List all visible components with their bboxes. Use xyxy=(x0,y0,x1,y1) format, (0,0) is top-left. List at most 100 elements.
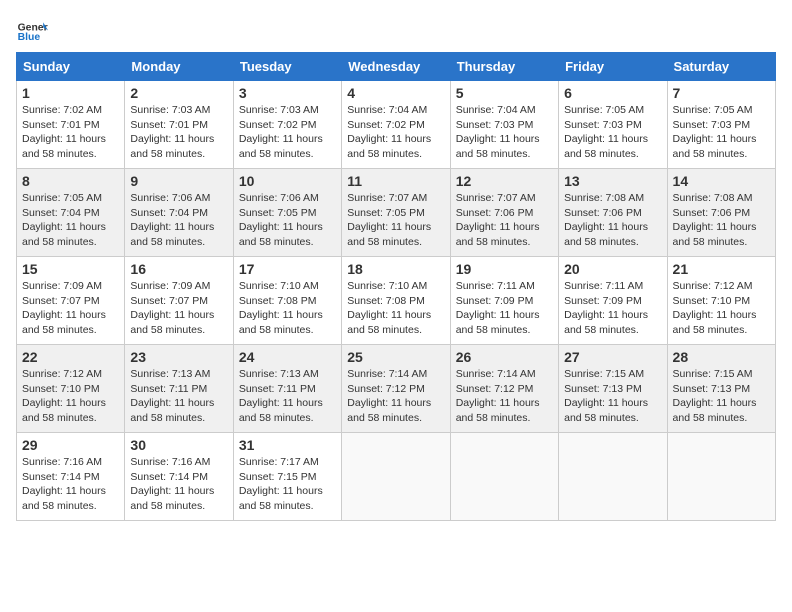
day-info: Sunrise: 7:10 AM Sunset: 7:08 PM Dayligh… xyxy=(347,279,444,338)
day-info: Sunrise: 7:07 AM Sunset: 7:05 PM Dayligh… xyxy=(347,191,444,250)
day-number: 23 xyxy=(130,349,227,365)
day-info: Sunrise: 7:15 AM Sunset: 7:13 PM Dayligh… xyxy=(564,367,661,426)
day-number: 10 xyxy=(239,173,336,189)
calendar-cell: 21 Sunrise: 7:12 AM Sunset: 7:10 PM Dayl… xyxy=(667,257,775,345)
day-number: 18 xyxy=(347,261,444,277)
day-header-wednesday: Wednesday xyxy=(342,53,450,81)
calendar-cell xyxy=(667,433,775,521)
day-number: 3 xyxy=(239,85,336,101)
day-number: 14 xyxy=(673,173,770,189)
day-info: Sunrise: 7:15 AM Sunset: 7:13 PM Dayligh… xyxy=(673,367,770,426)
calendar-cell: 28 Sunrise: 7:15 AM Sunset: 7:13 PM Dayl… xyxy=(667,345,775,433)
calendar-cell: 16 Sunrise: 7:09 AM Sunset: 7:07 PM Dayl… xyxy=(125,257,233,345)
day-info: Sunrise: 7:10 AM Sunset: 7:08 PM Dayligh… xyxy=(239,279,336,338)
day-number: 7 xyxy=(673,85,770,101)
day-number: 21 xyxy=(673,261,770,277)
day-info: Sunrise: 7:02 AM Sunset: 7:01 PM Dayligh… xyxy=(22,103,119,162)
day-number: 30 xyxy=(130,437,227,453)
calendar-cell: 14 Sunrise: 7:08 AM Sunset: 7:06 PM Dayl… xyxy=(667,169,775,257)
calendar-week-row: 15 Sunrise: 7:09 AM Sunset: 7:07 PM Dayl… xyxy=(17,257,776,345)
day-info: Sunrise: 7:04 AM Sunset: 7:02 PM Dayligh… xyxy=(347,103,444,162)
calendar-cell: 17 Sunrise: 7:10 AM Sunset: 7:08 PM Dayl… xyxy=(233,257,341,345)
calendar-cell: 2 Sunrise: 7:03 AM Sunset: 7:01 PM Dayli… xyxy=(125,81,233,169)
day-header-tuesday: Tuesday xyxy=(233,53,341,81)
day-info: Sunrise: 7:03 AM Sunset: 7:01 PM Dayligh… xyxy=(130,103,227,162)
calendar-table: SundayMondayTuesdayWednesdayThursdayFrid… xyxy=(16,52,776,521)
day-header-monday: Monday xyxy=(125,53,233,81)
calendar-cell: 19 Sunrise: 7:11 AM Sunset: 7:09 PM Dayl… xyxy=(450,257,558,345)
day-info: Sunrise: 7:16 AM Sunset: 7:14 PM Dayligh… xyxy=(130,455,227,514)
day-number: 27 xyxy=(564,349,661,365)
day-info: Sunrise: 7:08 AM Sunset: 7:06 PM Dayligh… xyxy=(673,191,770,250)
calendar-cell: 5 Sunrise: 7:04 AM Sunset: 7:03 PM Dayli… xyxy=(450,81,558,169)
day-info: Sunrise: 7:14 AM Sunset: 7:12 PM Dayligh… xyxy=(347,367,444,426)
day-number: 11 xyxy=(347,173,444,189)
day-info: Sunrise: 7:09 AM Sunset: 7:07 PM Dayligh… xyxy=(130,279,227,338)
calendar-cell: 23 Sunrise: 7:13 AM Sunset: 7:11 PM Dayl… xyxy=(125,345,233,433)
day-info: Sunrise: 7:05 AM Sunset: 7:03 PM Dayligh… xyxy=(564,103,661,162)
calendar-cell: 25 Sunrise: 7:14 AM Sunset: 7:12 PM Dayl… xyxy=(342,345,450,433)
day-header-friday: Friday xyxy=(559,53,667,81)
calendar-cell: 26 Sunrise: 7:14 AM Sunset: 7:12 PM Dayl… xyxy=(450,345,558,433)
calendar-cell: 10 Sunrise: 7:06 AM Sunset: 7:05 PM Dayl… xyxy=(233,169,341,257)
day-number: 6 xyxy=(564,85,661,101)
calendar-week-row: 1 Sunrise: 7:02 AM Sunset: 7:01 PM Dayli… xyxy=(17,81,776,169)
day-info: Sunrise: 7:05 AM Sunset: 7:03 PM Dayligh… xyxy=(673,103,770,162)
day-number: 13 xyxy=(564,173,661,189)
calendar-cell: 22 Sunrise: 7:12 AM Sunset: 7:10 PM Dayl… xyxy=(17,345,125,433)
svg-text:Blue: Blue xyxy=(18,32,41,43)
calendar-week-row: 29 Sunrise: 7:16 AM Sunset: 7:14 PM Dayl… xyxy=(17,433,776,521)
day-info: Sunrise: 7:07 AM Sunset: 7:06 PM Dayligh… xyxy=(456,191,553,250)
day-header-thursday: Thursday xyxy=(450,53,558,81)
day-info: Sunrise: 7:12 AM Sunset: 7:10 PM Dayligh… xyxy=(673,279,770,338)
day-info: Sunrise: 7:13 AM Sunset: 7:11 PM Dayligh… xyxy=(239,367,336,426)
day-number: 17 xyxy=(239,261,336,277)
day-header-sunday: Sunday xyxy=(17,53,125,81)
day-number: 5 xyxy=(456,85,553,101)
day-info: Sunrise: 7:06 AM Sunset: 7:05 PM Dayligh… xyxy=(239,191,336,250)
day-number: 26 xyxy=(456,349,553,365)
day-number: 12 xyxy=(456,173,553,189)
page-header: General Blue xyxy=(16,16,776,48)
calendar-cell: 15 Sunrise: 7:09 AM Sunset: 7:07 PM Dayl… xyxy=(17,257,125,345)
day-info: Sunrise: 7:05 AM Sunset: 7:04 PM Dayligh… xyxy=(22,191,119,250)
day-number: 15 xyxy=(22,261,119,277)
calendar-cell xyxy=(342,433,450,521)
calendar-week-row: 8 Sunrise: 7:05 AM Sunset: 7:04 PM Dayli… xyxy=(17,169,776,257)
day-number: 29 xyxy=(22,437,119,453)
calendar-cell: 24 Sunrise: 7:13 AM Sunset: 7:11 PM Dayl… xyxy=(233,345,341,433)
day-number: 22 xyxy=(22,349,119,365)
day-info: Sunrise: 7:11 AM Sunset: 7:09 PM Dayligh… xyxy=(456,279,553,338)
calendar-cell: 8 Sunrise: 7:05 AM Sunset: 7:04 PM Dayli… xyxy=(17,169,125,257)
calendar-cell: 18 Sunrise: 7:10 AM Sunset: 7:08 PM Dayl… xyxy=(342,257,450,345)
calendar-cell: 4 Sunrise: 7:04 AM Sunset: 7:02 PM Dayli… xyxy=(342,81,450,169)
calendar-cell: 20 Sunrise: 7:11 AM Sunset: 7:09 PM Dayl… xyxy=(559,257,667,345)
day-number: 16 xyxy=(130,261,227,277)
calendar-cell: 12 Sunrise: 7:07 AM Sunset: 7:06 PM Dayl… xyxy=(450,169,558,257)
day-number: 19 xyxy=(456,261,553,277)
day-number: 4 xyxy=(347,85,444,101)
day-info: Sunrise: 7:03 AM Sunset: 7:02 PM Dayligh… xyxy=(239,103,336,162)
day-header-saturday: Saturday xyxy=(667,53,775,81)
calendar-cell: 11 Sunrise: 7:07 AM Sunset: 7:05 PM Dayl… xyxy=(342,169,450,257)
day-number: 9 xyxy=(130,173,227,189)
calendar-cell: 6 Sunrise: 7:05 AM Sunset: 7:03 PM Dayli… xyxy=(559,81,667,169)
calendar-cell: 9 Sunrise: 7:06 AM Sunset: 7:04 PM Dayli… xyxy=(125,169,233,257)
calendar-week-row: 22 Sunrise: 7:12 AM Sunset: 7:10 PM Dayl… xyxy=(17,345,776,433)
day-info: Sunrise: 7:16 AM Sunset: 7:14 PM Dayligh… xyxy=(22,455,119,514)
calendar-cell: 27 Sunrise: 7:15 AM Sunset: 7:13 PM Dayl… xyxy=(559,345,667,433)
calendar-cell: 31 Sunrise: 7:17 AM Sunset: 7:15 PM Dayl… xyxy=(233,433,341,521)
calendar-cell: 13 Sunrise: 7:08 AM Sunset: 7:06 PM Dayl… xyxy=(559,169,667,257)
calendar-cell xyxy=(450,433,558,521)
day-info: Sunrise: 7:12 AM Sunset: 7:10 PM Dayligh… xyxy=(22,367,119,426)
day-number: 25 xyxy=(347,349,444,365)
day-info: Sunrise: 7:14 AM Sunset: 7:12 PM Dayligh… xyxy=(456,367,553,426)
day-number: 20 xyxy=(564,261,661,277)
calendar-cell xyxy=(559,433,667,521)
day-number: 24 xyxy=(239,349,336,365)
day-info: Sunrise: 7:09 AM Sunset: 7:07 PM Dayligh… xyxy=(22,279,119,338)
calendar-cell: 3 Sunrise: 7:03 AM Sunset: 7:02 PM Dayli… xyxy=(233,81,341,169)
day-info: Sunrise: 7:08 AM Sunset: 7:06 PM Dayligh… xyxy=(564,191,661,250)
day-number: 2 xyxy=(130,85,227,101)
day-number: 28 xyxy=(673,349,770,365)
